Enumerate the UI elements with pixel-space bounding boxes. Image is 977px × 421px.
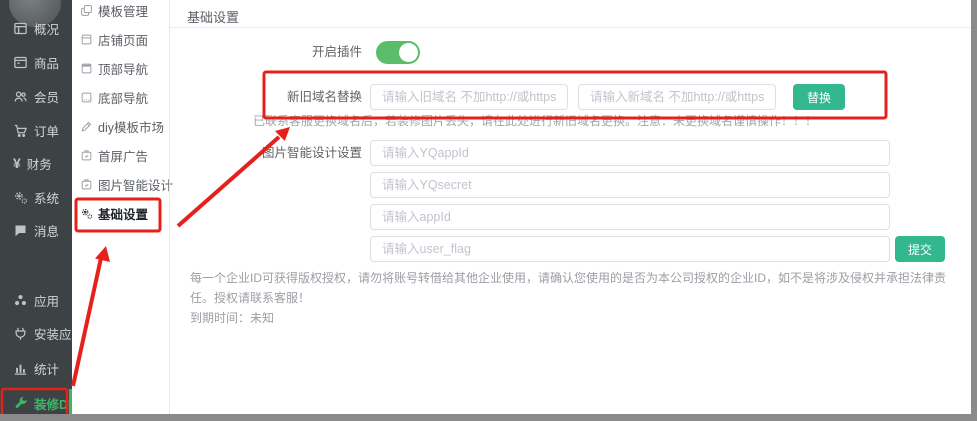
submenu-item-label: 基础设置: [98, 204, 148, 223]
app-window: 概况 商品 会员 订单 ¥ 财务 系统: [0, 0, 977, 421]
submenu-item-top-nav[interactable]: 顶部导航: [80, 58, 148, 78]
old-domain-input[interactable]: [370, 84, 568, 110]
submenu-item-label: 底部导航: [98, 88, 148, 107]
submenu-item-label: 店铺页面: [98, 30, 148, 49]
template-icon: [80, 4, 93, 17]
annotation-arrow-head-2: [275, 127, 290, 141]
domain-replace-help: 已联系客服更换域名后，若装修图片丢失，请在此处进行新旧域名更换。注意：未更换域名…: [253, 112, 817, 129]
window-edge-bottom: [0, 414, 977, 421]
submenu-item-template-management[interactable]: 模板管理: [80, 0, 148, 20]
plugin-toggle[interactable]: [376, 41, 420, 64]
new-domain-input[interactable]: [578, 84, 776, 110]
submit-button[interactable]: 提交: [895, 236, 945, 262]
cart-icon: [13, 123, 28, 138]
goods-icon: [13, 55, 28, 70]
sidebar-item-label: 概况: [34, 19, 59, 38]
submenu-item-label: 顶部导航: [98, 59, 148, 78]
yqsecret-input[interactable]: [370, 172, 890, 198]
license-notice-line2: 到期时间：未知: [190, 308, 968, 328]
wrench-icon: [13, 396, 28, 411]
sidebar-item-label: 统计: [34, 359, 59, 378]
submenu-item-bottom-nav[interactable]: 底部导航: [80, 87, 148, 107]
gear-icon: [80, 207, 93, 220]
domain-replace-label: 新旧域名替换: [258, 84, 362, 110]
message-icon: [13, 223, 28, 238]
pen-icon: [80, 120, 93, 133]
bottom-nav-icon: [80, 91, 93, 104]
sidebar-item-finance[interactable]: ¥ 财务: [13, 153, 52, 173]
sidebar-item-label: 应用: [34, 291, 59, 310]
yqappid-input[interactable]: [370, 140, 890, 166]
shop-page-icon: [80, 33, 93, 46]
install-icon: [13, 326, 28, 341]
submenu-item-splash-ad[interactable]: 首屏广告: [80, 145, 148, 165]
license-notice: 每一个企业ID可获得版权授权，请勿将账号转借给其他企业使用，请确认您使用的是否为…: [190, 268, 968, 328]
sidebar-item-label: 商品: [34, 53, 59, 72]
page-title: 基础设置: [187, 7, 239, 26]
submenu-divider: [169, 0, 170, 414]
submenu-item-smart-image-design[interactable]: 图片智能设计: [80, 174, 173, 194]
title-divider: [170, 27, 971, 28]
apps-icon: [13, 293, 28, 308]
overview-icon: [13, 21, 28, 36]
submenu-item-label: 图片智能设计: [98, 175, 173, 194]
sidebar-item-label: 消息: [34, 221, 59, 240]
members-icon: [13, 89, 28, 104]
yuan-icon: ¥: [13, 156, 21, 171]
ad-badge-icon: [80, 149, 93, 162]
smart-design-icon: [80, 178, 93, 191]
user-flag-input[interactable]: [370, 236, 890, 262]
submenu-item-basic-settings[interactable]: 基础设置: [80, 203, 148, 223]
sidebar-item-statistics[interactable]: 统计: [13, 358, 59, 378]
submenu-item-label: diy模板市场: [98, 117, 164, 136]
top-nav-icon: [80, 62, 93, 75]
primary-sidebar: 概况 商品 会员 订单 ¥ 财务 系统: [0, 0, 72, 414]
toggle-knob: [399, 43, 418, 62]
sidebar-item-label: 会员: [34, 87, 59, 106]
sidebar-item-goods[interactable]: 商品: [13, 52, 59, 72]
gears-icon: [13, 190, 28, 205]
window-edge-right: [971, 0, 977, 414]
submenu-item-shop-pages[interactable]: 店铺页面: [80, 29, 148, 49]
sidebar-item-label: 订单: [34, 121, 59, 140]
submenu-item-label: 模板管理: [98, 1, 148, 20]
plugin-toggle-label: 开启插件: [266, 41, 362, 64]
appid-input[interactable]: [370, 204, 890, 230]
submenu-item-diy-template-market[interactable]: diy模板市场: [80, 116, 164, 136]
sidebar-item-messages[interactable]: 消息: [13, 220, 59, 240]
smart-design-label: 图片智能设计设置: [254, 140, 362, 166]
stats-icon: [13, 361, 28, 376]
sidebar-item-label: 系统: [34, 188, 59, 207]
sidebar-item-orders[interactable]: 订单: [13, 120, 59, 140]
sidebar-item-label: 财务: [27, 154, 52, 173]
sidebar-item-overview[interactable]: 概况: [13, 18, 59, 38]
license-notice-line1: 每一个企业ID可获得版权授权，请勿将账号转借给其他企业使用，请确认您使用的是否为…: [190, 268, 968, 308]
sidebar-item-system[interactable]: 系统: [13, 187, 59, 207]
sidebar-item-apps[interactable]: 应用: [13, 290, 59, 310]
sidebar-item-members[interactable]: 会员: [13, 86, 59, 106]
replace-button[interactable]: 替换: [793, 84, 845, 110]
submenu-item-label: 首屏广告: [98, 146, 148, 165]
